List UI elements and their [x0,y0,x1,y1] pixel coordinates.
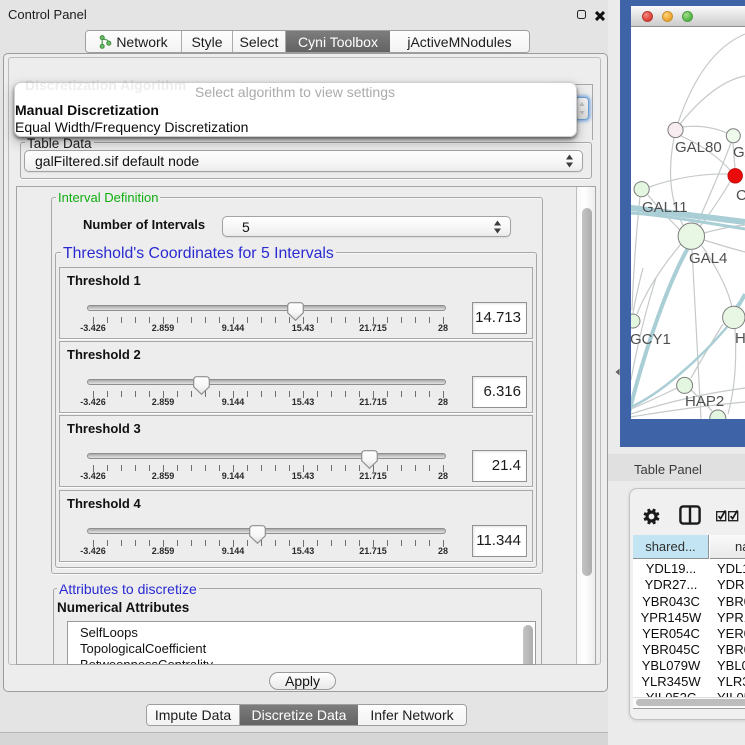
svg-text:H: H [735,330,745,347]
svg-text:GA: GA [733,144,745,161]
svg-text:GAL11: GAL11 [642,199,688,216]
svg-text:GAL4: GAL4 [689,250,727,267]
svg-text:HAP2: HAP2 [685,393,724,410]
svg-text:GCY1: GCY1 [631,331,671,348]
svg-text:GAL80: GAL80 [675,139,722,156]
svg-text:C: C [736,187,745,204]
